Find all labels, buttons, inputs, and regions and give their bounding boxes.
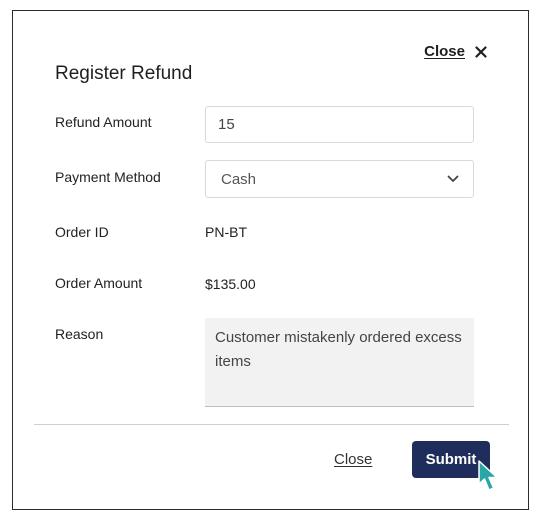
refund-amount-input[interactable] (205, 106, 474, 143)
cursor-icon (478, 460, 498, 491)
payment-method-select[interactable]: Cash (205, 160, 474, 198)
order-amount-label: Order Amount (55, 275, 143, 291)
order-id-label: Order ID (55, 224, 109, 240)
reason-label: Reason (55, 326, 104, 342)
payment-method-label: Payment Method (55, 169, 161, 185)
reason-textarea[interactable]: Customer mistakenly ordered excess items (205, 318, 474, 407)
order-amount-value: $135.00 (205, 276, 256, 292)
refund-amount-label: Refund Amount (55, 114, 152, 130)
payment-method-value: Cash (221, 170, 257, 188)
refund-dialog: Close Register Refund Refund Amount Paym… (12, 10, 529, 510)
footer-divider (34, 424, 509, 425)
close-icon (475, 45, 487, 58)
top-close-label: Close (424, 43, 465, 60)
dialog-title: Register Refund (55, 63, 193, 84)
chevron-down-icon (447, 175, 459, 182)
footer-close-button[interactable]: Close (334, 451, 372, 468)
top-close-button[interactable]: Close (424, 43, 487, 60)
order-id-value: PN-BT (205, 224, 247, 240)
